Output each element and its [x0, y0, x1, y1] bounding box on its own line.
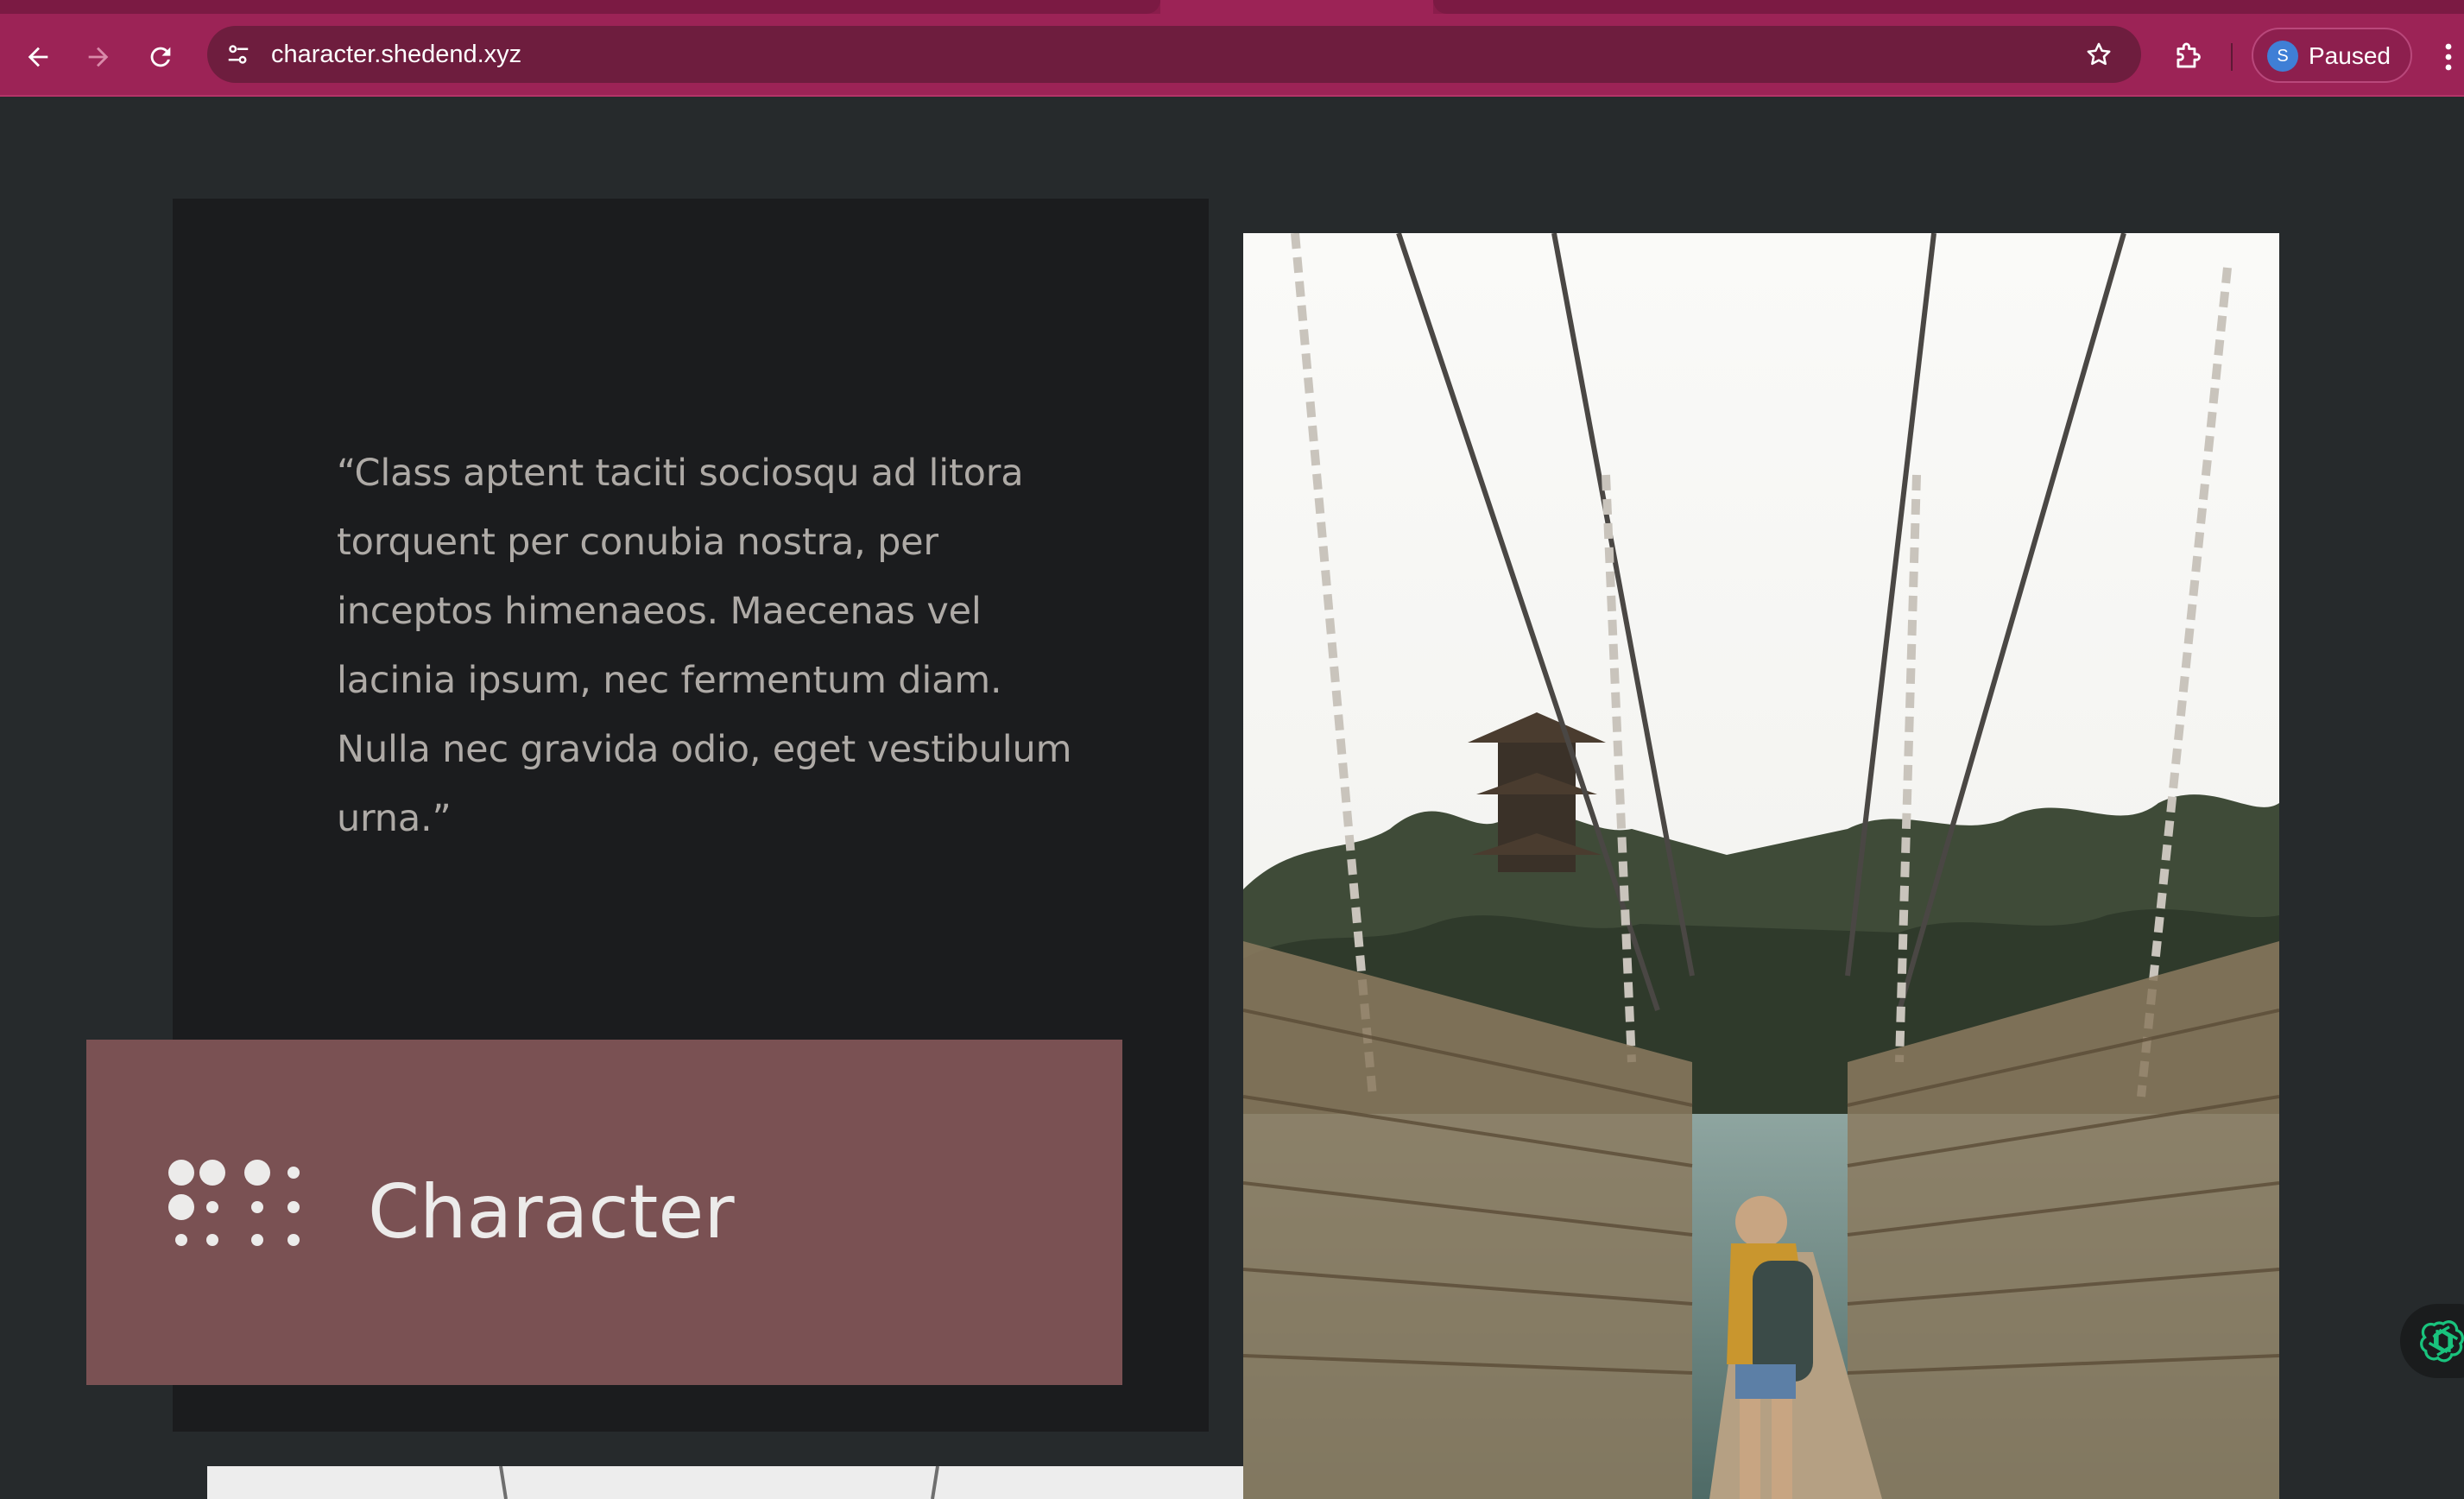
browser-chrome: character.shedend.xyz S Paused [0, 0, 2464, 97]
tab-inactive[interactable] [1433, 0, 2464, 14]
avatar: S [2267, 41, 2298, 72]
profile-status: Paused [2309, 42, 2391, 69]
assistant-button[interactable] [2400, 1304, 2464, 1378]
puzzle-icon [2177, 42, 2201, 68]
arrow-right-icon [88, 47, 109, 67]
openai-logo-icon [2420, 1320, 2464, 1363]
profile-button[interactable]: S Paused [2252, 28, 2412, 83]
kebab-menu-icon [2445, 43, 2452, 71]
page-content: “Class aptent taciti sociosqu ad litora … [0, 97, 2464, 1499]
reload-button[interactable] [142, 38, 180, 76]
browser-menu-button[interactable] [2433, 38, 2464, 76]
forward-button[interactable] [79, 38, 117, 76]
tab-inactive[interactable] [0, 0, 1160, 14]
star-icon [2087, 42, 2111, 66]
address-bar[interactable]: character.shedend.xyz [207, 26, 2141, 83]
url-text[interactable]: character.shedend.xyz [271, 26, 521, 83]
arrow-left-icon [28, 47, 48, 67]
feature-label-card: Character [86, 1040, 1122, 1385]
woman-on-rope-bridge-photo [1243, 233, 2279, 1499]
tab-strip [0, 0, 2464, 14]
extensions-button[interactable] [2167, 36, 2208, 78]
reload-icon [150, 47, 171, 67]
tab-active[interactable] [1160, 0, 1433, 14]
bookmark-button[interactable] [2081, 36, 2117, 73]
feature-title: Character [368, 1169, 735, 1255]
site-info-button[interactable] [218, 34, 259, 75]
browser-toolbar: character.shedend.xyz S Paused [0, 14, 2464, 97]
braille-dots-icon [168, 1160, 300, 1246]
next-section-image [207, 1466, 1243, 1499]
toolbar-divider [2231, 43, 2233, 71]
testimonial-quote: “Class aptent taciti sociosqu ad litora … [337, 452, 1072, 840]
tune-icon [228, 45, 249, 64]
back-button[interactable] [19, 38, 57, 76]
